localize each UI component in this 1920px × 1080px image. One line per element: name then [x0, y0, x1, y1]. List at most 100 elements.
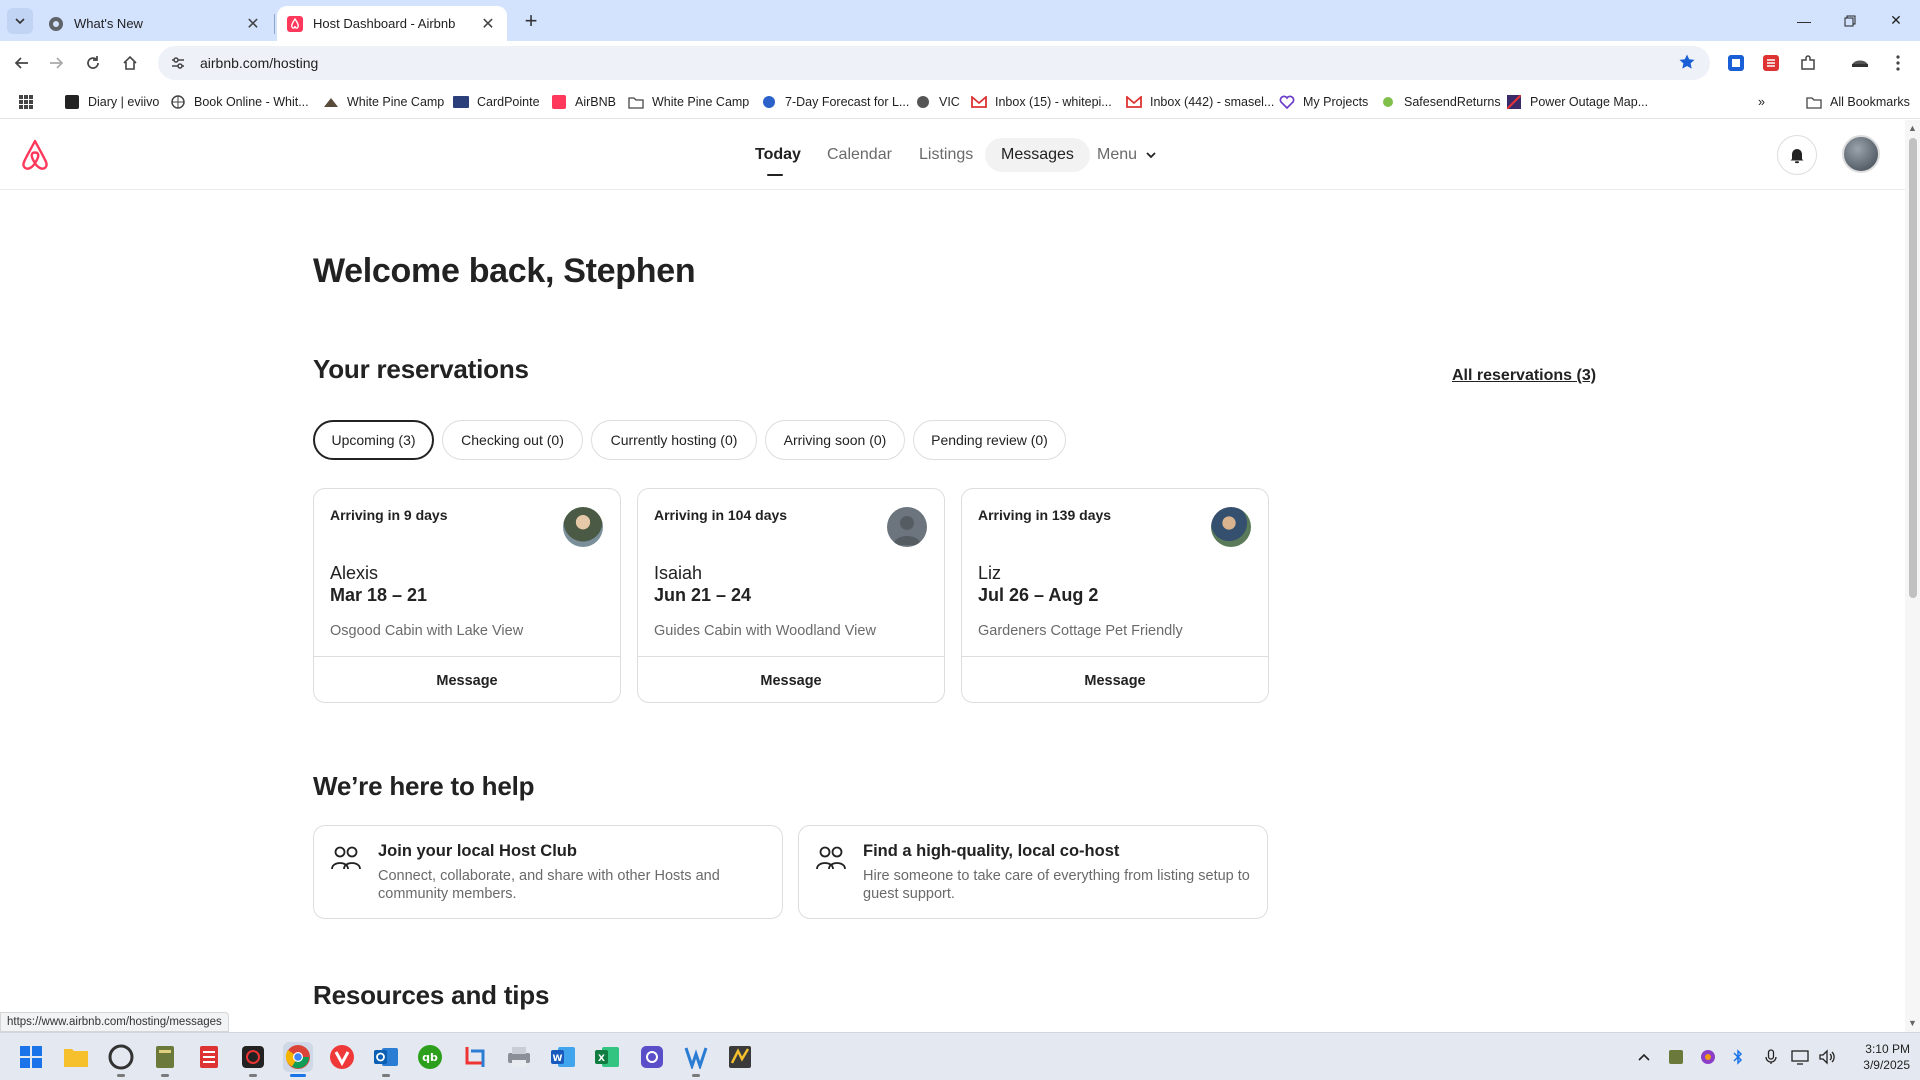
nav-calendar[interactable]: Calendar: [811, 138, 908, 172]
scroll-up-icon[interactable]: ▲: [1908, 124, 1917, 133]
chrome-icon[interactable]: [283, 1042, 313, 1077]
app-icon[interactable]: [238, 1042, 268, 1077]
tab-whats-new[interactable]: What's New ✕: [38, 6, 272, 41]
restore-button[interactable]: [1827, 0, 1873, 41]
forward-button[interactable]: [42, 49, 70, 77]
close-icon[interactable]: ✕: [479, 15, 497, 33]
url-text: airbnb.com/hosting: [200, 55, 319, 71]
filter-upcoming[interactable]: Upcoming (3): [313, 420, 434, 460]
tray-app-icon[interactable]: [1666, 1047, 1686, 1067]
nav-menu[interactable]: Menu: [1081, 138, 1173, 172]
tray-app-icon[interactable]: [1698, 1047, 1718, 1067]
back-button[interactable]: [8, 49, 36, 77]
printer-icon[interactable]: [504, 1042, 534, 1072]
nav-messages[interactable]: Messages: [985, 138, 1090, 172]
scrollbar-thumb[interactable]: [1909, 138, 1917, 598]
scroll-down-icon[interactable]: ▼: [1908, 1019, 1917, 1028]
bookmark-item[interactable]: Book Online - Whit...: [170, 93, 309, 111]
bookmark-item[interactable]: AirBNB: [551, 93, 616, 111]
minimize-button[interactable]: —: [1781, 0, 1827, 41]
bookmark-label: Book Online - Whit...: [194, 95, 309, 109]
bookmark-item[interactable]: CardPointe: [453, 93, 540, 111]
message-button[interactable]: Message: [638, 656, 944, 702]
address-bar[interactable]: airbnb.com/hosting: [158, 46, 1710, 80]
heart-icon: [1279, 94, 1295, 110]
bookmark-item[interactable]: SafesendReturns: [1380, 93, 1501, 111]
new-tab-button[interactable]: +: [518, 8, 544, 34]
tab-host-dashboard[interactable]: Host Dashboard - Airbnb ✕: [277, 6, 507, 41]
app-icon[interactable]: [106, 1042, 136, 1077]
bookmark-item[interactable]: Inbox (15) - whitepi...: [971, 93, 1112, 111]
reservation-card[interactable]: Arriving in 104 days Isaiah Jun 21 – 24 …: [637, 488, 945, 703]
snipping-tool-icon[interactable]: [460, 1042, 490, 1072]
bookmark-item[interactable]: VIC: [915, 93, 960, 111]
reload-button[interactable]: [79, 49, 107, 77]
all-reservations-link[interactable]: All reservations (3): [1452, 367, 1596, 385]
profile-avatar[interactable]: [1842, 135, 1880, 173]
outlook-icon[interactable]: [371, 1042, 401, 1077]
browser-toolbar: airbnb.com/hosting: [0, 41, 1920, 85]
bookmark-item[interactable]: White Pine Camp: [323, 93, 444, 111]
apps-grid-icon[interactable]: [18, 93, 34, 111]
vivaldi-icon[interactable]: [327, 1042, 357, 1072]
bookmark-folder[interactable]: White Pine Camp: [628, 93, 749, 111]
network-icon[interactable]: [1790, 1047, 1810, 1067]
tab-search-button[interactable]: [7, 8, 33, 34]
filter-currently-hosting[interactable]: Currently hosting (0): [591, 420, 757, 460]
quickbooks-icon[interactable]: qb: [415, 1042, 445, 1072]
all-bookmarks-button[interactable]: All Bookmarks: [1806, 93, 1910, 111]
volume-icon[interactable]: [1817, 1047, 1837, 1067]
page-scrollbar[interactable]: ▲ ▼: [1905, 120, 1920, 1032]
home-button[interactable]: [116, 49, 144, 77]
extension-icon[interactable]: [1724, 51, 1748, 75]
app-icon[interactable]: [681, 1042, 711, 1077]
windows-start-icon[interactable]: [16, 1042, 46, 1072]
filter-arriving-soon[interactable]: Arriving soon (0): [765, 420, 905, 460]
more-bookmarks-button[interactable]: »: [1758, 93, 1765, 111]
bookmark-item[interactable]: 7-Day Forecast for L...: [761, 93, 909, 111]
system-clock[interactable]: 3:10 PM 3/9/2025: [1840, 1041, 1910, 1073]
app-icon[interactable]: [725, 1042, 755, 1072]
host-club-card[interactable]: Join your local Host Club Connect, colla…: [313, 825, 783, 919]
microphone-icon[interactable]: [1761, 1047, 1781, 1067]
bookmark-item[interactable]: Inbox (442) - smasel...: [1126, 93, 1274, 111]
site-info-icon[interactable]: [168, 53, 188, 73]
close-icon[interactable]: ✕: [244, 15, 262, 33]
welcome-heading: Welcome back, Stephen: [313, 252, 696, 290]
word-icon[interactable]: W: [548, 1042, 578, 1072]
airbnb-logo-icon[interactable]: [19, 138, 51, 177]
bookmark-item[interactable]: Power Outage Map...: [1506, 93, 1648, 111]
excel-icon[interactable]: X: [592, 1042, 622, 1072]
filter-checking-out[interactable]: Checking out (0): [442, 420, 583, 460]
app-icon[interactable]: [194, 1042, 224, 1072]
bluetooth-icon[interactable]: [1728, 1047, 1748, 1067]
filter-pending-review[interactable]: Pending review (0): [913, 420, 1066, 460]
link-status-url: https://www.airbnb.com/hosting/messages: [0, 1012, 229, 1032]
nav-listings[interactable]: Listings: [903, 138, 989, 172]
more-vertical-icon[interactable]: [1886, 51, 1910, 75]
folder-icon: [1806, 94, 1822, 110]
profile-icon[interactable]: [1848, 51, 1872, 75]
close-window-button[interactable]: ✕: [1873, 0, 1919, 41]
guest-name: Isaiah: [654, 563, 703, 583]
app-icon[interactable]: [150, 1042, 180, 1077]
folder-icon: [628, 94, 644, 110]
app-icon[interactable]: [637, 1042, 667, 1072]
reservation-card[interactable]: Arriving in 9 days Alexis Mar 18 – 21 Os…: [313, 488, 621, 703]
file-explorer-icon[interactable]: [61, 1042, 91, 1072]
reservation-card[interactable]: Arriving in 139 days Liz Jul 26 – Aug 2 …: [961, 488, 1269, 703]
co-host-card[interactable]: Find a high-quality, local co-host Hire …: [798, 825, 1268, 919]
nav-today[interactable]: Today: [739, 138, 817, 172]
puzzle-icon[interactable]: [1796, 51, 1820, 75]
message-button[interactable]: Message: [962, 656, 1268, 702]
bookmark-item[interactable]: Diary | eviivo: [64, 93, 159, 111]
bookmark-star-icon[interactable]: [1678, 53, 1696, 76]
arrival-countdown: Arriving in 139 days: [978, 507, 1112, 523]
notifications-button[interactable]: [1777, 135, 1817, 175]
bookmark-label: CardPointe: [477, 95, 540, 109]
extension-icon[interactable]: [1759, 51, 1783, 75]
bookmark-item[interactable]: My Projects: [1279, 93, 1368, 111]
show-hidden-icons-chevron-up-icon[interactable]: [1634, 1047, 1654, 1067]
map-icon: [1506, 94, 1522, 110]
message-button[interactable]: Message: [314, 656, 620, 702]
